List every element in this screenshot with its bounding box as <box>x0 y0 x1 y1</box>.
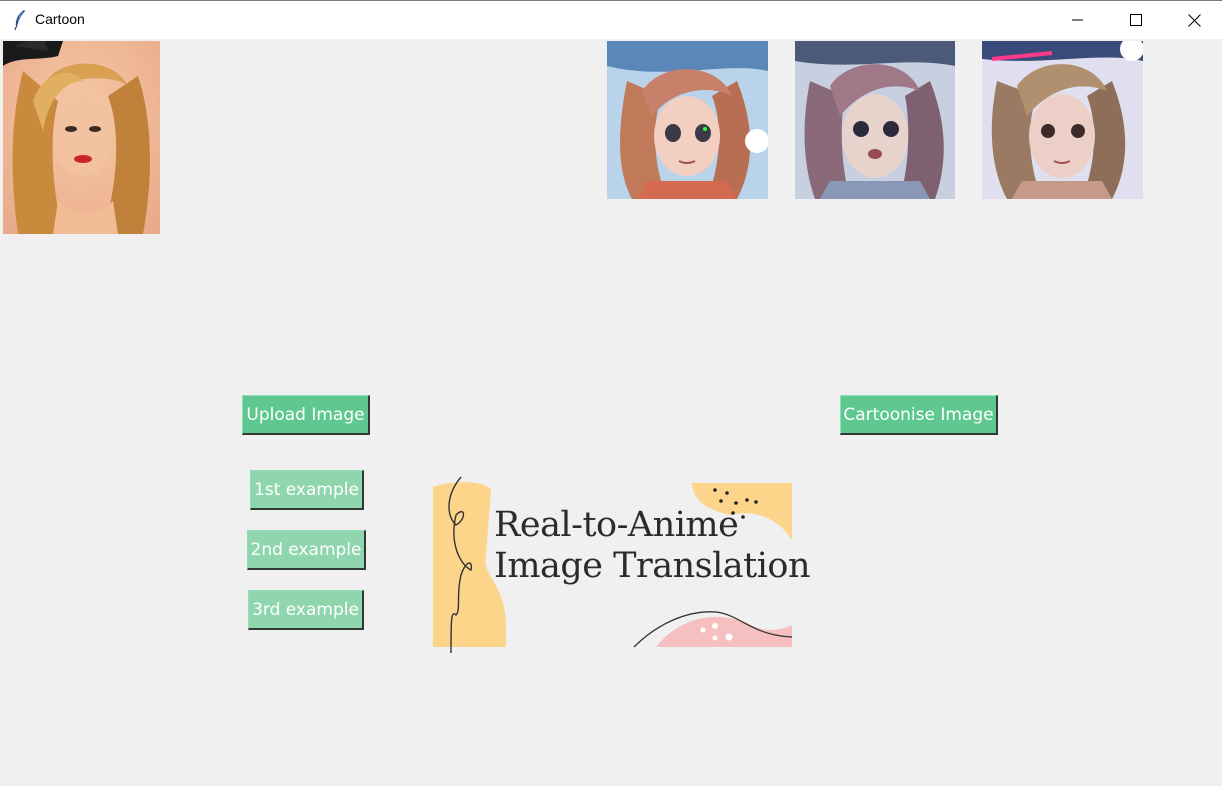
cartoon-output-2 <box>795 41 955 199</box>
input-photo <box>3 41 160 234</box>
example-2-button[interactable]: 2nd example <box>247 530 366 570</box>
minimize-button[interactable] <box>1049 1 1107 39</box>
minimize-icon <box>1072 19 1083 21</box>
title-banner: Real-to-Anime Image Translation <box>431 475 811 653</box>
window-title: Cartoon <box>35 11 85 27</box>
example-3-button[interactable]: 3rd example <box>248 590 364 630</box>
banner-title-line-2: Image Translation <box>494 546 811 586</box>
cartoon-output-3 <box>982 41 1143 199</box>
maximize-icon <box>1130 14 1142 26</box>
banner-title-line-1: Real-to-Anime <box>494 505 739 545</box>
cartoon-output-1 <box>607 41 768 199</box>
example-1-button[interactable]: 1st example <box>250 470 364 510</box>
maximize-button[interactable] <box>1107 1 1165 39</box>
close-icon <box>1187 13 1201 27</box>
cartoonise-image-button[interactable]: Cartoonise Image <box>840 395 998 435</box>
title-bar: Cartoon <box>0 0 1222 39</box>
close-button[interactable] <box>1165 1 1222 39</box>
upload-image-button[interactable]: Upload Image <box>242 395 370 435</box>
feather-icon <box>14 10 25 31</box>
